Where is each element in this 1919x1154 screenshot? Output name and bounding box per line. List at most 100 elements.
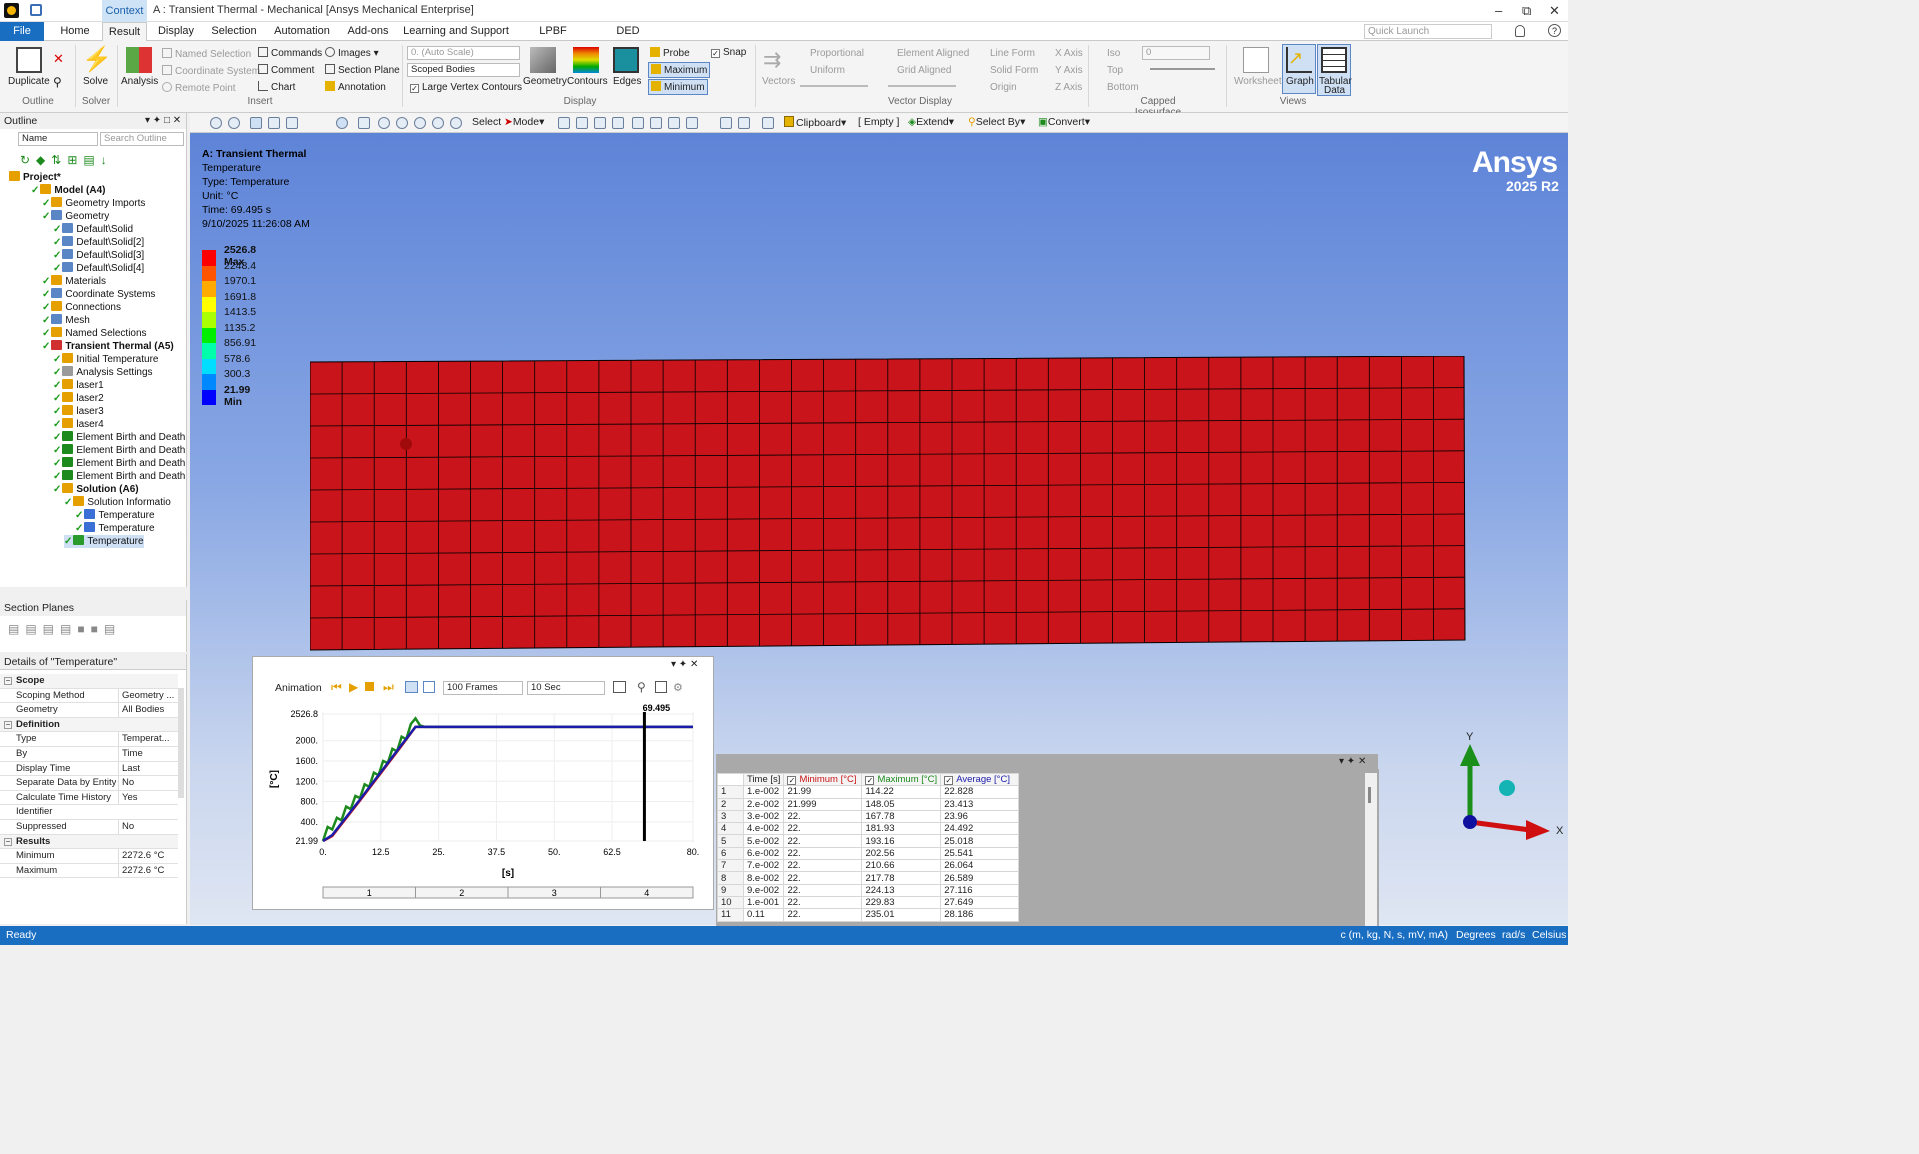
details-value[interactable]: 2272.6 °C (118, 849, 174, 864)
details-row[interactable]: Minimum 2272.6 °C (0, 849, 178, 864)
animation-panel-controls[interactable]: ▾ ✦ ✕ (671, 659, 698, 670)
details-row[interactable]: Identifier (0, 805, 178, 820)
play-icon[interactable]: ▶ (349, 680, 358, 694)
named-selection-button[interactable]: Named Selection (162, 48, 251, 60)
rewind-icon[interactable]: ⏮ (331, 680, 342, 695)
contours-button[interactable]: Contours (567, 76, 608, 87)
table-cell[interactable]: 24.492 (940, 822, 1020, 836)
details-row[interactable]: Geometry All Bodies (0, 703, 178, 718)
pin-icon[interactable]: ▾ ✦ □ ✕ (145, 115, 181, 126)
tree-node[interactable]: ✓ Temperature (64, 535, 144, 548)
table-cell[interactable]: 0.11 (742, 908, 785, 922)
tree-node[interactable]: ✓ laser3 (53, 405, 104, 418)
iso-value-input[interactable]: 0 (1142, 46, 1210, 60)
table-cell[interactable]: 167.78 (861, 809, 942, 824)
tree-node[interactable]: ✓ Geometry Imports (42, 197, 145, 210)
line-form-button[interactable]: Line Form (990, 48, 1035, 59)
mesh-select-icon[interactable] (686, 117, 698, 129)
table-cell[interactable]: 217.78 (861, 871, 942, 885)
chart-button[interactable]: Chart (258, 81, 295, 93)
face-select-icon[interactable] (594, 117, 606, 129)
tree-node[interactable]: ✓ Element Birth and Death (53, 470, 185, 483)
angle-unit[interactable]: Degrees (1456, 926, 1496, 945)
solid-form-button[interactable]: Solid Form (990, 65, 1038, 76)
commands-button[interactable]: Commands (258, 47, 322, 59)
iso-button[interactable]: Iso (1107, 48, 1120, 59)
iso-value-slider[interactable] (1150, 68, 1215, 70)
table-cell[interactable]: 4.e-002 (742, 822, 785, 836)
table-cell[interactable]: 22.828 (940, 785, 1020, 799)
collapse-icon[interactable]: − (4, 677, 12, 685)
table-cell[interactable]: 114.22 (861, 785, 942, 799)
pan-icon[interactable] (358, 117, 370, 129)
details-scrollbar[interactable] (178, 688, 184, 798)
series-checkbox[interactable]: ✓ (787, 776, 797, 786)
table-cell[interactable]: 193.16 (861, 834, 942, 848)
table-cell[interactable]: 8 (717, 871, 744, 885)
series-checkbox[interactable]: ✓ (865, 776, 875, 786)
vector-length-slider[interactable] (800, 85, 868, 87)
temperature-unit[interactable]: Celsius (1532, 926, 1566, 945)
search-icon[interactable]: ⚲ (53, 75, 62, 89)
table-cell[interactable]: 4 (717, 822, 744, 836)
select-by-button[interactable]: ⚲Select By▾ (968, 116, 1025, 128)
details-value[interactable]: Yes (118, 790, 174, 805)
extend-button[interactable]: ◈Extend▾ (908, 116, 954, 128)
details-row[interactable]: Scoping Method Geometry ... (0, 688, 178, 704)
snap-checkbox[interactable]: ✓ Snap (711, 47, 746, 58)
tabular-data-table[interactable]: Time [s] ✓ Minimum [°C] ✓ Maximum [°C] ✓ Avera… (717, 772, 1020, 922)
tree-node[interactable]: ✓ Solution (A6) (53, 483, 139, 496)
details-row[interactable]: Suppressed No (0, 820, 178, 835)
table-cell[interactable]: 235.01 (861, 908, 942, 922)
tree-node[interactable]: ✓ Default\Solid[3] (53, 249, 144, 262)
table-cell[interactable]: 22. (783, 908, 863, 922)
table-cell[interactable]: 25.541 (940, 846, 1020, 861)
restore-button[interactable]: ⧉ (1522, 3, 1531, 19)
zoom-in-icon[interactable] (414, 117, 426, 129)
details-row[interactable]: Separate Data by Entity No (0, 776, 178, 791)
tree-node[interactable]: ✓ Analysis Settings (53, 366, 153, 379)
table-cell[interactable]: 27.649 (940, 895, 1020, 910)
table-row[interactable]: 11 0.11 22. 235.01 28.186 (717, 908, 1020, 922)
maximum-button[interactable]: Maximum (648, 62, 711, 78)
table-cell[interactable]: 7 (717, 859, 744, 873)
table-cell[interactable]: 210.66 (861, 859, 942, 873)
zoom-box-icon[interactable] (396, 117, 408, 129)
collapse-icon[interactable]: − (4, 837, 12, 846)
table-cell[interactable]: 9.e-002 (742, 883, 785, 897)
table-cell[interactable]: 1 (717, 785, 744, 799)
grid-icon[interactable] (655, 681, 667, 693)
table-cell[interactable]: 23.413 (940, 797, 1020, 811)
outline-toolbar-icons[interactable]: ↻◆⇅⊞▤↓ (20, 153, 130, 167)
tree-node[interactable]: ✓ Element Birth and Death (53, 444, 185, 457)
section-plane-button[interactable]: Section Plane (325, 64, 400, 76)
clipboard-button[interactable]: Clipboard▾ (784, 116, 846, 129)
table-cell[interactable]: 23.96 (940, 809, 1020, 824)
details-row[interactable]: Calculate Time History Yes (0, 790, 178, 806)
column-header[interactable]: Time [s] (742, 772, 785, 787)
tab-home[interactable]: Home (54, 22, 96, 41)
column-header[interactable]: ✓ Average [°C] (940, 772, 1020, 787)
unit-system[interactable]: Metric (m, kg, N, s, mV, mA) (1340, 926, 1448, 945)
table-row[interactable]: 3 3.e-002 22. 167.78 23.96 (717, 809, 1020, 824)
trend-icon[interactable] (762, 117, 774, 129)
duration-select[interactable]: 10 Sec (527, 681, 605, 695)
details-row[interactable]: Type Temperat... (0, 732, 178, 747)
table-cell[interactable]: 22. (783, 846, 863, 861)
table-cell[interactable]: 27.116 (940, 883, 1020, 897)
table-cell[interactable]: 11 (717, 908, 744, 922)
table-cell[interactable]: 10 (717, 895, 744, 910)
view-icon[interactable] (286, 117, 298, 129)
tree-node[interactable]: ✓ Initial Temperature (53, 353, 158, 366)
worksheet-button[interactable]: Worksheet (1234, 76, 1282, 87)
tab-display[interactable]: Display (152, 22, 200, 41)
y-axis-button[interactable]: Y Axis (1055, 65, 1083, 76)
help-icon[interactable]: ? (1548, 24, 1561, 37)
scoped-bodies-select[interactable]: Scoped Bodies (407, 63, 520, 77)
table-cell[interactable]: 5 (717, 834, 744, 848)
chart-select-icon[interactable] (738, 117, 750, 129)
tree-node[interactable]: ✓ Model (A4) (31, 184, 106, 197)
body-select-icon[interactable] (612, 117, 624, 129)
name-filter-select[interactable]: Name (18, 132, 98, 146)
table-cell[interactable]: 2.e-002 (742, 797, 785, 811)
